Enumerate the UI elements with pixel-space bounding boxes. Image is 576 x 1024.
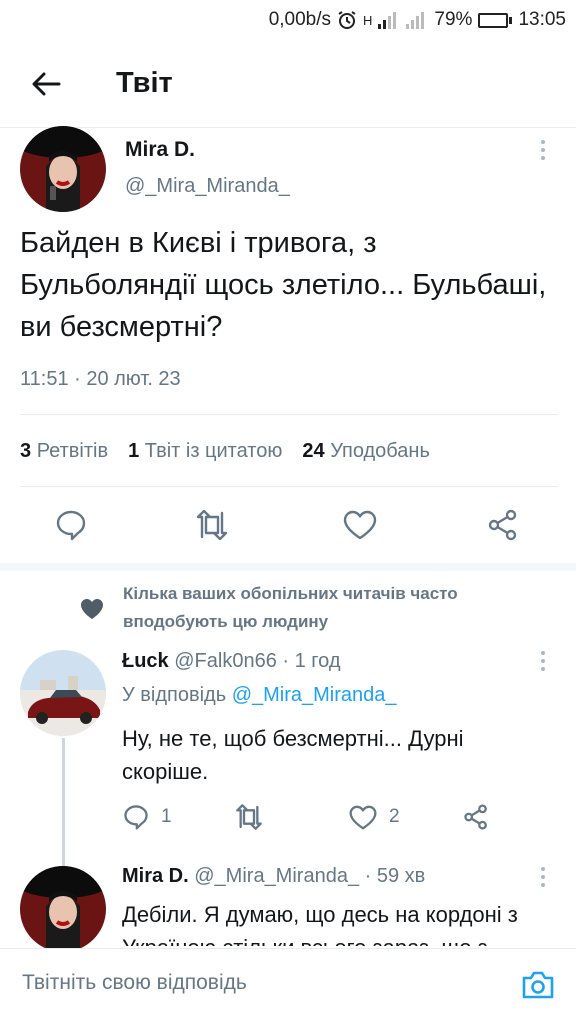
reply-time: · 59 хв [364,865,426,887]
divider [20,414,558,415]
battery-icon [478,12,513,28]
reply-time: · 1 год [282,650,341,672]
heart-icon [81,599,103,619]
share-button[interactable] [483,505,523,545]
alarm-icon [337,10,357,30]
camera-icon [522,971,554,999]
reply-to: У відповідь @_Mira_Miranda_ [122,684,397,707]
divider [20,486,558,487]
avatar[interactable] [20,126,106,212]
tweet-timestamp: 11:51 · 20 лют. 23 [20,368,181,390]
more-options-button[interactable] [531,646,555,676]
camera-button[interactable] [518,967,558,1003]
retweet-button[interactable] [192,505,232,545]
author-name[interactable]: Mira D. [122,865,189,887]
signal-2-icon [406,11,428,29]
network-type-label: H [363,12,373,28]
author-handle[interactable]: @_Mira_Miranda_ [125,175,290,198]
share-button[interactable] [463,800,489,834]
reply-to-label: У відповідь [122,684,227,706]
section-separator [0,563,576,571]
reply-header: Łuck @Falk0n66 · 1 год [122,650,341,673]
reply-button[interactable]: 1 [123,800,172,834]
like-button[interactable]: 2 [349,800,400,834]
share-icon [488,509,517,541]
retweet-button[interactable] [234,800,264,834]
reply-count: 1 [161,806,172,827]
app-bar: Твіт [0,40,576,128]
avatar[interactable] [20,650,106,736]
like-count: 2 [389,806,400,827]
battery-percent: 79% [434,9,473,30]
reply-text: Ну, не те, щоб безсмертні... Дурні скорі… [122,726,464,784]
heart-icon [349,805,377,829]
retweet-icon [196,510,228,540]
more-options-button[interactable] [531,135,555,165]
retweets-stat[interactable]: 3 Ретвітів [20,440,108,463]
arrow-left-icon [32,72,61,95]
share-icon [464,804,487,830]
heart-icon [343,510,377,540]
retweet-icon [236,804,262,830]
status-bar: 0,00b/s H 79% 13:05 [0,0,576,40]
quotes-stat[interactable]: 1 Твіт із цитатою [128,440,282,463]
avatar[interactable] [20,866,106,952]
author-name[interactable]: Łuck [122,650,169,672]
reply-icon [124,805,148,830]
reply-actions: 1 2 [0,800,576,834]
author-name[interactable]: Mira D. [125,138,195,162]
like-button[interactable] [340,505,380,545]
reply-to-link[interactable]: @_Mira_Miranda_ [232,684,397,706]
reply-header: Mira D. @_Mira_Miranda_ · 59 хв [122,865,425,888]
author-handle[interactable]: @_Mira_Miranda_ [194,865,359,887]
page-title: Твіт [116,67,173,99]
network-speed: 0,00b/s [268,9,332,30]
likes-stat[interactable]: 24 Уподобань [302,440,430,463]
more-options-button[interactable] [531,862,555,892]
reply-input[interactable]: Твітніть свою відповідь [22,971,247,995]
author-handle[interactable]: @Falk0n66 [174,650,277,672]
clock: 13:05 [518,9,566,30]
reply-icon [56,510,86,541]
reply-text: Дебіли. Я думаю, що десь на кордоні з Ук… [122,902,518,946]
reply-button[interactable] [51,505,91,545]
back-button[interactable] [0,40,92,128]
compose-bar: Твітніть свою відповідь [0,948,576,1024]
tweet-actions [0,505,576,549]
signal-icon [378,11,400,29]
social-context: Кілька ваших обопільних читачів часто вп… [123,584,458,631]
tweet-text: Байден в Києві і тривога, з Бульболяндії… [20,227,547,343]
tweet-stats: 3 Ретвітів 1 Твіт із цитатою 24 Уподобан… [20,440,430,463]
